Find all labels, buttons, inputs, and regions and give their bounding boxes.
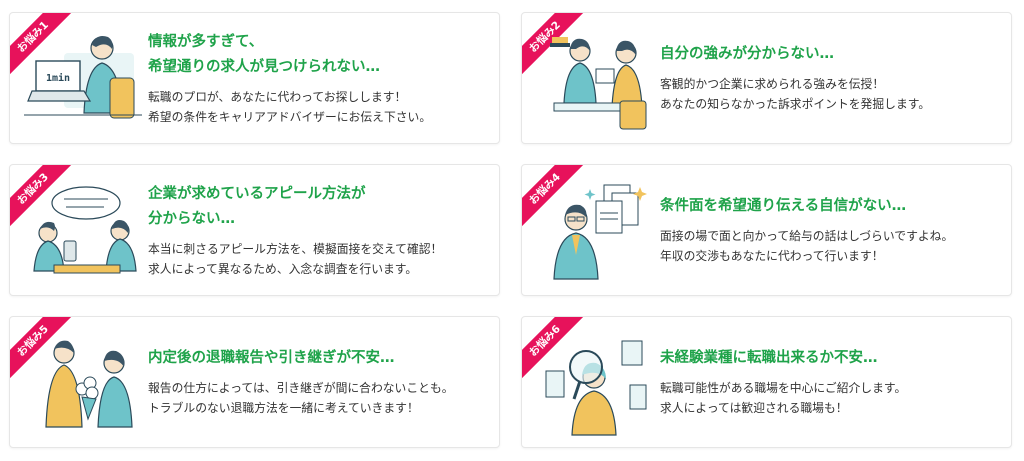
worry-card-4: お悩み4 条件面を希望通り伝える自信がない… 面接の場で面と向かって給与の話はし… xyxy=(521,164,1012,296)
worry-description: 転職可能性がある職場を中心にご紹介します。 求人によっては歓迎される職場も！ xyxy=(660,381,907,415)
worry-card-3: お悩み3 企業が求めているアピール方法が 分からない… 本当に刺さるアピール方法… xyxy=(9,164,500,296)
worry-description: 客観的かつ企業に求められる強みを伝授！ あなたの知らなかった訴求ポイントを発掘し… xyxy=(660,77,931,111)
worry-card-2: お悩み2 自分の強みが分からない… 客観的かつ企業に求められる強みを伝授！ あな… xyxy=(521,12,1012,144)
worry-card-1: お悩み1 1min 情報が多すぎて、 希望通りの求人が見つけられない… 転職のプ… xyxy=(9,12,500,144)
worry-title: 未経験業種に転職出来るか不安… xyxy=(660,350,878,366)
magnifier-buildings-illustration xyxy=(545,340,647,436)
worry-card-6: お悩み6 未経験業種に転職出来るか不安… 転職可能性がある職場を中心にご紹介しま… xyxy=(521,316,1012,448)
interview-illustration xyxy=(550,37,647,130)
laptop-screen-text: 1min xyxy=(46,72,70,84)
worry-card-5: お悩み5 内定後の退職報告や引き継ぎが不安… 報告の仕方によっては、引き継ぎが間… xyxy=(9,316,500,448)
person-documents-illustration xyxy=(553,184,647,280)
person-laptop-illustration: 1min xyxy=(24,36,142,119)
worry-title: 情報が多すぎて、 希望通りの求人が見つけられない… xyxy=(148,33,380,75)
flower-bouquet-illustration xyxy=(45,340,133,428)
mock-interview-illustration xyxy=(33,186,137,274)
worry-title: 条件面を希望通り伝える自信がない… xyxy=(660,198,907,214)
worry-title: 自分の強みが分からない… xyxy=(660,46,834,62)
worry-description: 本当に刺さるアピール方法を、模擬面接を交えて確認！ 求人によって異なるため、入念… xyxy=(148,241,443,276)
worry-title: 内定後の退職報告や引き継ぎが不安… xyxy=(148,350,395,366)
worry-description: 報告の仕方によっては、引き継ぎが間に合わないことも。 トラブルのない退職方法を一… xyxy=(148,381,454,415)
worry-description: 面接の場で面と向かって給与の話はしづらいですよね。 年収の交渉もあなたに代わって… xyxy=(660,229,954,263)
worry-description: 転職のプロが、あなたに代わってお探しします！ 希望の条件をキャリアアドバイザーに… xyxy=(148,89,432,124)
worry-title: 企業が求めているアピール方法が 分からない… xyxy=(148,185,366,227)
